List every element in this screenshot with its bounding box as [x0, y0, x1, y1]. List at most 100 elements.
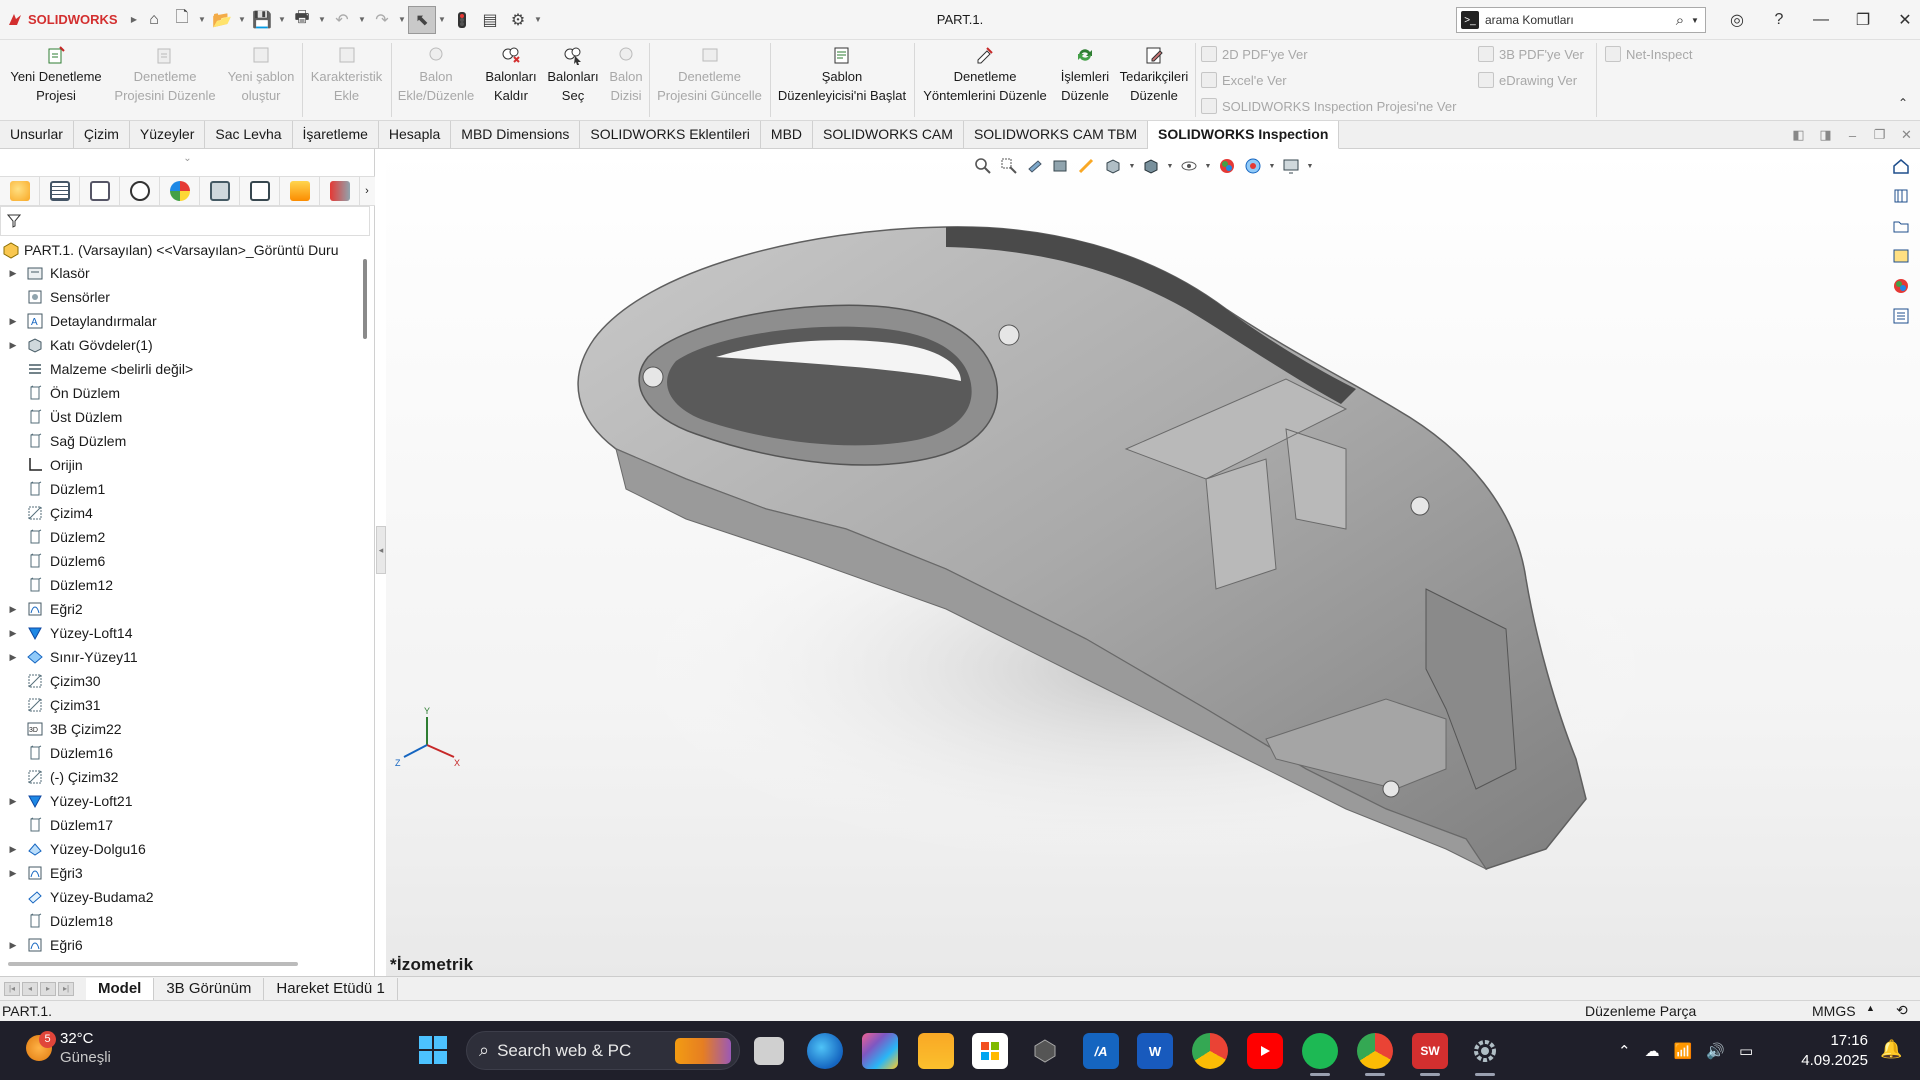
unity-hub-icon[interactable] — [1027, 1033, 1063, 1069]
tab-unsurlar[interactable]: Unsurlar — [0, 121, 74, 149]
tree-item[interactable]: ▶ A Detaylandırmalar — [0, 309, 365, 333]
undo-icon[interactable]: ↶ — [328, 6, 356, 34]
export-edrawing-button[interactable]: eDrawing Ver — [1478, 69, 1577, 91]
task-view-icon[interactable] — [754, 1037, 784, 1065]
weather-widget[interactable]: 5 32°C Güneşli — [26, 1029, 111, 1067]
collapse-ribbon-icon[interactable]: ⌃ — [1898, 96, 1908, 110]
tree-item[interactable]: Yüzey-Budama2 — [0, 885, 365, 909]
tree-item[interactable]: ▶ Yüzey-Loft21 — [0, 789, 365, 813]
expand-arrow-icon[interactable]: ▶ — [6, 628, 20, 639]
new-document-icon[interactable]: 🗋 — [168, 6, 196, 34]
new-inspection-project-button[interactable]: Yeni Denetleme Projesi — [4, 44, 108, 116]
help-icon[interactable]: ? — [1758, 0, 1800, 40]
tree-item[interactable]: ▶ Yüzey-Loft14 — [0, 621, 365, 645]
solidworks-logo[interactable]: SOLIDWORKS — [0, 11, 128, 29]
save-icon[interactable]: 💾 — [248, 6, 276, 34]
tab-solidworks-cam-tbm[interactable]: SOLIDWORKS CAM TBM — [964, 121, 1149, 149]
tree-root-part[interactable]: PART.1. (Varsayılan) <<Varsayılan>_Görün… — [2, 239, 362, 261]
command-search[interactable]: >_ arama Komutları ⌕ ▼ — [1456, 7, 1706, 33]
solidworks-2023-taskbar-icon[interactable]: SW — [1412, 1033, 1448, 1076]
tree-item[interactable]: Sensörler — [0, 285, 365, 309]
expand-arrow-icon[interactable]: ▶ — [6, 796, 20, 807]
print-dropdown-icon[interactable]: ▼ — [316, 15, 328, 24]
expand-arrow-icon[interactable]: ▶ — [6, 268, 20, 279]
select-dropdown-icon[interactable]: ▼ — [436, 15, 448, 24]
wifi-icon[interactable]: 📶 — [1674, 1042, 1693, 1060]
tree-item[interactable]: Düzlem16 — [0, 741, 365, 765]
autodesk-app-icon[interactable]: /A — [1083, 1033, 1119, 1069]
taskbar-search-input[interactable]: Search web & PC — [497, 1041, 675, 1061]
tab-3d-view[interactable]: 3B Görünüm — [154, 977, 265, 1000]
tile-right-icon[interactable]: ◨ — [1812, 127, 1839, 143]
balloon-pattern-button[interactable]: Balon Dizisi — [605, 44, 647, 116]
inspection-tab-icon[interactable] — [320, 177, 360, 205]
doc-close-icon[interactable]: ✕ — [1893, 127, 1920, 143]
options-gear-icon[interactable]: ⚙ — [504, 6, 532, 34]
spotify-icon[interactable] — [1302, 1033, 1338, 1076]
create-template-button[interactable]: Yeni şablon oluştur — [222, 44, 300, 116]
feature-manager-tab-icon[interactable] — [0, 177, 40, 205]
more-tabs-chevron-icon[interactable]: › — [360, 177, 374, 205]
expand-arrow-icon[interactable]: ▶ — [6, 604, 20, 615]
chrome-icon[interactable] — [1192, 1033, 1228, 1069]
tree-item[interactable]: Çizim31 — [0, 693, 365, 717]
tree-filter[interactable] — [0, 206, 370, 236]
tab-sac-levha[interactable]: Sac Levha — [205, 121, 293, 149]
add-characteristic-button[interactable]: Karakteristik Ekle — [304, 44, 389, 116]
panel-collapse-handle[interactable]: ⌄ — [0, 149, 375, 176]
tree-item[interactable]: 3D 3B Çizim22 — [0, 717, 365, 741]
tab-solidworks-eklentileri[interactable]: SOLIDWORKS Eklentileri — [580, 121, 761, 149]
search-input[interactable]: arama Komutları — [1485, 13, 1669, 27]
tree-item[interactable]: Malzeme <belirli değil> — [0, 357, 365, 381]
tree-item[interactable]: ▶ Sınır-Yüzey11 — [0, 645, 365, 669]
export-2d-pdf-button[interactable]: 2D PDF'ye Ver — [1201, 43, 1308, 65]
search-dropdown-icon[interactable]: ▼ — [1691, 16, 1705, 25]
select-cursor-icon[interactable]: ⬉ — [408, 5, 436, 34]
edge-browser-icon[interactable] — [807, 1033, 843, 1069]
first-tab-icon[interactable]: |◂ — [4, 981, 20, 996]
units-dropdown-icon[interactable]: ▲ — [1866, 1003, 1875, 1013]
taskbar-search[interactable]: ⌕ Search web & PC — [466, 1031, 740, 1070]
open-dropdown-icon[interactable]: ▼ — [236, 15, 248, 24]
tree-item[interactable]: Üst Düzlem — [0, 405, 365, 429]
traffic-light-icon[interactable] — [448, 6, 476, 34]
tree-item[interactable]: Düzlem2 — [0, 525, 365, 549]
expand-arrow-icon[interactable]: ▶ — [6, 652, 20, 663]
open-folder-icon[interactable]: 📂 — [208, 6, 236, 34]
copilot-icon[interactable] — [862, 1033, 898, 1069]
edit-vendors-button[interactable]: Tedarikçileri Düzenle — [1117, 44, 1191, 116]
part-3d-model[interactable] — [386, 149, 1920, 976]
tree-item[interactable]: Düzlem17 — [0, 813, 365, 837]
net-inspect-button[interactable]: Net-Inspect — [1605, 43, 1692, 65]
file-properties-icon[interactable]: ▤ — [476, 6, 504, 34]
tree-item[interactable]: Orijin — [0, 453, 365, 477]
home-icon[interactable]: ⌂ — [140, 6, 168, 34]
print-icon[interactable]: 🖶 — [288, 6, 316, 34]
tab-solidworks-inspection[interactable]: SOLIDWORKS Inspection — [1148, 121, 1340, 149]
export-3d-pdf-button[interactable]: 3B PDF'ye Ver — [1478, 43, 1584, 65]
tree-item[interactable]: Düzlem6 — [0, 549, 365, 573]
onedrive-cloud-icon[interactable]: ☁ — [1645, 1042, 1660, 1060]
close-icon[interactable]: ✕ — [1884, 0, 1920, 40]
dimxpert-tab-icon[interactable] — [120, 177, 160, 205]
tree-item[interactable]: ▶ Klasör — [0, 261, 365, 285]
tab-yuzeyler[interactable]: Yüzeyler — [130, 121, 206, 149]
tree-item[interactable]: Çizim30 — [0, 669, 365, 693]
export-excel-button[interactable]: Excel'e Ver — [1201, 69, 1287, 91]
tree-item[interactable]: Düzlem12 — [0, 573, 365, 597]
tab-isaretleme[interactable]: İşaretleme — [293, 121, 379, 149]
property-manager-tab-icon[interactable] — [40, 177, 80, 205]
tree-item[interactable]: ▶ Yüzey-Dolgu16 — [0, 837, 365, 861]
redo-dropdown-icon[interactable]: ▼ — [396, 15, 408, 24]
prev-tab-icon[interactable]: ◂ — [22, 981, 38, 996]
export-inspection-project-button[interactable]: SOLIDWORKS Inspection Projesi'ne Ver — [1201, 95, 1456, 117]
tree-item[interactable]: ▶ Katı Gövdeler(1) — [0, 333, 365, 357]
tab-motion-study-1[interactable]: Hareket Etüdü 1 — [264, 977, 398, 1000]
tree-item[interactable]: Ön Düzlem — [0, 381, 365, 405]
redo-icon[interactable]: ↷ — [368, 6, 396, 34]
cam-tool-tab-icon[interactable] — [280, 177, 320, 205]
minimize-icon[interactable]: — — [1800, 0, 1842, 40]
add-edit-balloon-button[interactable]: Balon Ekle/Düzenle — [393, 44, 479, 116]
tree-item[interactable]: Düzlem1 — [0, 477, 365, 501]
restore-icon[interactable]: ❐ — [1842, 0, 1884, 40]
